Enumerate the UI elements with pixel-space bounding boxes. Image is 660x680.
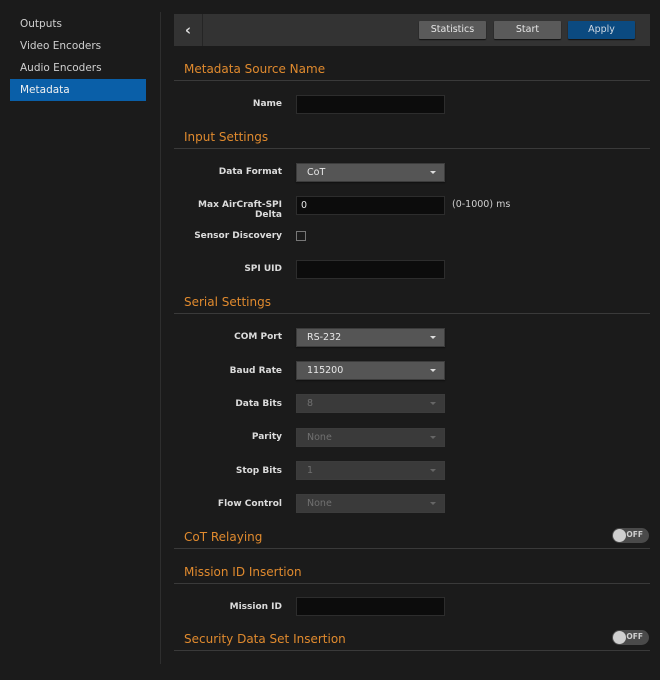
caret-down-icon <box>430 469 436 472</box>
caret-down-icon <box>430 502 436 505</box>
data-bits-value: 8 <box>307 398 314 409</box>
toolbar: ‹ Statistics Start Apply <box>174 14 650 46</box>
flow-control-label: Flow Control <box>217 499 282 509</box>
mission-id-label: Mission ID <box>229 602 282 612</box>
stop-bits-label: Stop Bits <box>235 466 282 476</box>
sensor-discovery-checkbox[interactable] <box>296 231 306 241</box>
data-format-label: Data Format <box>218 167 282 177</box>
section-title-cot-relaying: CoT Relaying <box>184 530 263 544</box>
parity-select: None <box>296 428 445 447</box>
baud-rate-label: Baud Rate <box>229 366 282 376</box>
com-port-value: RS-232 <box>307 332 342 343</box>
com-port-select[interactable]: RS-232 <box>296 328 445 347</box>
sidebar-item-outputs[interactable]: Outputs <box>10 13 146 35</box>
caret-down-icon <box>430 171 436 174</box>
flow-control-select: None <box>296 494 445 513</box>
com-port-label: COM Port <box>234 332 282 342</box>
sidebar-item-video-encoders[interactable]: Video Encoders <box>10 35 146 57</box>
name-label: Name <box>252 99 282 109</box>
spi-uid-label: SPI UID <box>244 264 282 274</box>
data-bits-label: Data Bits <box>235 399 282 409</box>
sidebar-item-metadata[interactable]: Metadata <box>10 79 146 101</box>
cot-relaying-toggle[interactable]: OFF <box>612 528 649 543</box>
back-button[interactable]: ‹ <box>174 14 203 46</box>
section-divider <box>174 313 650 314</box>
sensor-discovery-label: Sensor Discovery <box>194 231 282 241</box>
sidebar: Outputs Video Encoders Audio Encoders Me… <box>0 0 160 680</box>
section-divider <box>174 80 650 81</box>
section-divider <box>174 548 650 549</box>
section-divider <box>174 148 650 149</box>
caret-down-icon <box>430 369 436 372</box>
stop-bits-value: 1 <box>307 465 314 476</box>
max-delta-input[interactable]: 0 <box>296 196 445 215</box>
data-format-value: CoT <box>307 167 326 178</box>
section-divider <box>174 583 650 584</box>
caret-down-icon <box>430 336 436 339</box>
parity-value: None <box>307 432 332 443</box>
stop-bits-select: 1 <box>296 461 445 480</box>
security-insertion-toggle[interactable]: OFF <box>612 630 649 645</box>
name-input[interactable] <box>296 95 445 114</box>
caret-down-icon <box>430 436 436 439</box>
section-title-source: Metadata Source Name <box>184 62 326 76</box>
max-delta-label: Max AirCraft-SPI Delta <box>198 200 282 220</box>
data-bits-select: 8 <box>296 394 445 413</box>
sidebar-item-audio-encoders[interactable]: Audio Encoders <box>10 57 146 79</box>
parity-label: Parity <box>251 432 282 442</box>
caret-down-icon <box>430 402 436 405</box>
max-delta-hint: (0-1000) ms <box>452 199 511 210</box>
baud-rate-value: 115200 <box>307 365 344 376</box>
toggle-state-label: OFF <box>626 632 643 641</box>
baud-rate-select[interactable]: 115200 <box>296 361 445 380</box>
spi-uid-input[interactable] <box>296 260 445 279</box>
start-button[interactable]: Start <box>494 21 561 39</box>
toggle-state-label: OFF <box>626 530 643 539</box>
toggle-knob <box>613 631 626 644</box>
data-format-select[interactable]: CoT <box>296 163 445 182</box>
section-divider <box>174 650 650 651</box>
toggle-knob <box>613 529 626 542</box>
chevron-left-icon: ‹ <box>184 21 192 39</box>
section-title-input: Input Settings <box>184 130 269 144</box>
sidebar-divider <box>160 12 161 664</box>
section-title-mission: Mission ID Insertion <box>184 565 302 579</box>
statistics-button[interactable]: Statistics <box>419 21 486 39</box>
apply-button[interactable]: Apply <box>568 21 635 39</box>
mission-id-input[interactable] <box>296 597 445 616</box>
section-title-security: Security Data Set Insertion <box>184 632 346 646</box>
section-title-serial: Serial Settings <box>184 295 271 309</box>
flow-control-value: None <box>307 498 332 509</box>
